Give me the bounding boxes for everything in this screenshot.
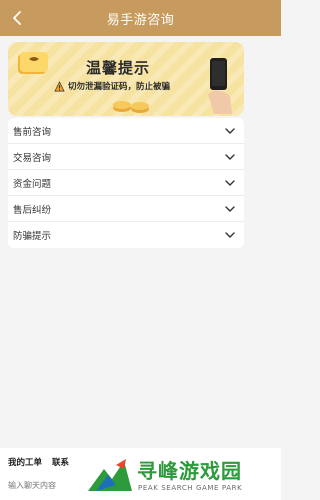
menu-item-label: 资金问题: [13, 178, 52, 190]
menu-item-trade[interactable]: 交易咨询: [8, 144, 244, 170]
banner-title: 温馨提示: [86, 59, 151, 77]
chevron-down-icon: [225, 205, 235, 212]
chevron-left-icon: [13, 11, 21, 25]
banner-warning: 切勿泄漏验证码，防止被骗: [54, 80, 170, 92]
banner-warning-text: 切勿泄漏验证码，防止被骗: [68, 82, 171, 92]
chevron-down-icon: [225, 179, 235, 186]
notice-banner[interactable]: 温馨提示 切勿泄漏验证码，防止被骗: [8, 42, 244, 116]
faq-menu: 售前咨询 交易咨询 资金问题 售后纠纷 防骗提示: [8, 118, 244, 248]
menu-item-antifraud[interactable]: 防骗提示: [8, 222, 244, 248]
menu-item-presale[interactable]: 售前咨询: [8, 118, 244, 144]
app-header: 易手游咨询: [0, 0, 281, 36]
watermark-subtitle: PEAK SEARCH GAME PARK: [138, 484, 243, 492]
page-title: 易手游咨询: [106, 12, 175, 28]
chevron-down-icon: [225, 153, 235, 160]
mahjong-tile-icon: [18, 52, 48, 74]
gold-coins-icon: [113, 101, 149, 113]
menu-item-funds[interactable]: 资金问题: [8, 170, 244, 196]
tab-contact[interactable]: 联系: [52, 456, 69, 468]
back-button[interactable]: [6, 6, 30, 30]
tab-my-tickets[interactable]: 我的工单: [8, 456, 42, 468]
chevron-down-icon: [225, 127, 235, 134]
menu-item-label: 交易咨询: [13, 152, 52, 164]
watermark-logo: [88, 459, 132, 491]
warning-icon: [54, 80, 65, 91]
menu-item-label: 售前咨询: [13, 126, 52, 138]
chevron-down-icon: [225, 232, 235, 238]
menu-item-label: 防骗提示: [13, 231, 52, 242]
menu-item-label: 售后纠纷: [13, 204, 52, 216]
chat-tabs: 我的工单 联系: [8, 456, 69, 468]
watermark-title: 寻峰游戏园: [137, 459, 242, 483]
menu-item-aftersale[interactable]: 售后纠纷: [8, 196, 244, 222]
hand-phone-icon: [208, 58, 232, 114]
